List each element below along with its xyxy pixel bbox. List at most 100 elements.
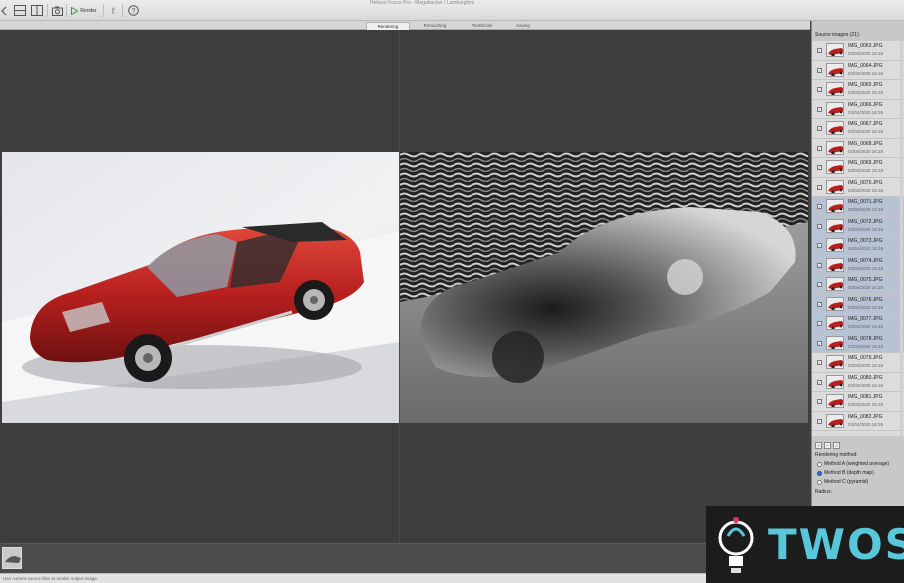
source-filename: IMG_0081.JPG — [848, 394, 883, 400]
check-all-icon[interactable]: ✓ — [833, 442, 840, 449]
list-item[interactable]: ✓ IMG_0076.JPG 02/04/2020 16:18 — [812, 294, 904, 314]
image-canvas[interactable] — [2, 31, 808, 542]
checkbox[interactable]: ✓ — [817, 301, 822, 307]
source-filename: IMG_0076.JPG — [848, 296, 883, 303]
play-icon — [71, 6, 79, 15]
radio-icon — [817, 461, 822, 467]
list-item[interactable]: ✓ IMG_0064.JPG 02/04/2020 16:18 — [812, 61, 904, 80]
source-thumbnail — [826, 316, 844, 330]
source-filename: IMG_0066.JPG — [848, 101, 883, 108]
source-photo[interactable] — [2, 152, 399, 423]
mode-tabs: Rendering Retouching Text/Scale Saving — [0, 21, 810, 30]
checkbox[interactable]: ✓ — [817, 184, 822, 190]
method-a-label: Method A (weighted average) — [824, 461, 890, 467]
toolbar-divider — [47, 4, 48, 17]
checkbox[interactable]: ✓ — [817, 223, 822, 229]
checkbox[interactable]: ✓ — [817, 67, 822, 73]
checkbox[interactable]: ✓ — [817, 243, 822, 248]
source-thumbnail — [826, 335, 844, 350]
source-filename: IMG_0079.JPG — [848, 355, 883, 361]
list-item[interactable]: ✓ IMG_0071.JPG 02/04/2020 16:18 — [812, 197, 904, 217]
list-item[interactable]: ✓ IMG_0072.JPG 02/04/2020 16:18 — [812, 216, 904, 236]
list-item[interactable]: ✓ IMG_0080.JPG 02/04/2020 16:18 — [812, 373, 904, 392]
list-item[interactable]: ✓ IMG_0067.JPG 02/04/2020 16:18 — [812, 119, 904, 139]
source-filename: IMG_0078.JPG — [848, 335, 883, 342]
checkbox[interactable]: ✓ — [817, 282, 822, 287]
render-button[interactable]: Render — [70, 4, 98, 17]
list-item[interactable]: ✓ IMG_0073.JPG 02/04/2020 16:18 — [812, 236, 904, 256]
source-date: 02/04/2020 16:18 — [848, 246, 884, 251]
list-item[interactable]: ✓ IMG_0077.JPG 02/04/2020 16:18 — [812, 314, 904, 334]
layout-horizontal-icon[interactable] — [13, 4, 27, 17]
source-date: 02/04/2020 16:18 — [848, 421, 884, 427]
list-item[interactable]: ✓ IMG_0074.JPG 02/04/2020 16:18 — [812, 255, 904, 275]
tab-saving[interactable]: Saving — [506, 22, 540, 30]
checkbox[interactable]: ✓ — [817, 360, 822, 365]
source-date: 02/04/2020 16:18 — [848, 343, 884, 349]
method-b-radio[interactable]: Method B (depth map) — [817, 470, 874, 476]
checkbox[interactable]: ✓ — [817, 48, 822, 53]
checkbox[interactable]: ✓ — [817, 399, 822, 404]
toolbar-divider — [103, 4, 104, 17]
render-label: Render — [80, 7, 97, 14]
checkbox[interactable]: ✓ — [817, 106, 822, 112]
watermark-text: TWOS — [768, 520, 904, 569]
checkbox[interactable]: ✓ — [817, 204, 822, 209]
source-date: 02/04/2020 16:18 — [848, 70, 884, 76]
source-thumbnail — [826, 199, 844, 213]
source-thumbnail — [826, 394, 844, 408]
source-filename: IMG_0068.JPG — [848, 140, 883, 147]
list-item[interactable]: ✓ IMG_0079.JPG 02/04/2020 16:18 — [812, 353, 904, 373]
list-item[interactable]: ✓ IMG_0065.JPG 02/04/2020 16:18 — [812, 80, 904, 100]
source-filename: IMG_0067.JPG — [848, 121, 883, 127]
facebook-icon[interactable]: f — [108, 4, 118, 17]
source-image-list[interactable]: ✓ IMG_0063.JPG 02/04/2020 16:18 ✓ IMG_0064.J… — [812, 41, 904, 436]
checkbox[interactable]: ✓ — [817, 379, 822, 385]
toolbar-divider — [122, 4, 123, 17]
list-item[interactable]: ✓ IMG_0066.JPG 02/04/2020 16:18 — [812, 100, 904, 119]
layout-vertical-icon[interactable] — [30, 4, 44, 17]
checkbox[interactable]: ✓ — [817, 340, 822, 346]
camera-icon[interactable] — [51, 4, 63, 17]
method-c-radio[interactable]: Method C (pyramid) — [817, 479, 868, 485]
list-item[interactable]: ✓ IMG_0078.JPG 02/04/2020 16:18 — [812, 333, 904, 353]
source-date: 02/04/2020 16:18 — [848, 148, 884, 154]
depth-map-preview[interactable] — [400, 152, 808, 423]
checkbox[interactable]: ✓ — [817, 165, 822, 170]
source-date: 02/04/2020 16:18 — [848, 187, 884, 193]
checkbox[interactable]: ✓ — [817, 145, 822, 151]
list-scrollbar[interactable] — [900, 41, 903, 436]
source-filename: IMG_0073.JPG — [848, 238, 883, 244]
list-item[interactable]: ✓ IMG_0069.JPG 02/04/2020 16:18 — [812, 158, 904, 178]
source-date: 02/04/2020 16:18 — [848, 382, 884, 388]
add-icon[interactable]: + — [815, 442, 822, 449]
list-item[interactable]: ✓ IMG_0068.JPG 02/04/2020 16:18 — [812, 139, 904, 158]
list-item[interactable]: ✓ IMG_0070.JPG 02/04/2020 16:18 — [812, 178, 904, 197]
filmstrip-thumbnail[interactable] — [2, 547, 22, 569]
list-item[interactable]: ✓ IMG_0082.JPG 02/04/2020 16:18 — [812, 412, 904, 431]
list-item[interactable]: ✓ IMG_0063.JPG 02/04/2020 16:18 — [812, 41, 904, 61]
checkbox[interactable]: ✓ — [817, 262, 822, 268]
checkbox[interactable]: ✓ — [817, 87, 822, 92]
source-thumbnail — [826, 355, 844, 369]
source-filename: IMG_0070.JPG — [848, 179, 883, 186]
source-filename: IMG_0080.JPG — [848, 374, 883, 381]
tab-rendering[interactable]: Rendering — [366, 22, 410, 30]
method-a-radio[interactable]: Method A (weighted average) — [817, 461, 889, 467]
radius-label: Radius: — [815, 489, 832, 495]
remove-icon[interactable]: − — [824, 442, 831, 449]
back-icon[interactable] — [0, 4, 8, 17]
list-item[interactable]: ✓ IMG_0075.JPG 02/04/2020 16:18 — [812, 275, 904, 295]
source-thumbnail — [826, 374, 844, 389]
checkbox[interactable]: ✓ — [817, 321, 822, 326]
help-icon[interactable]: ? — [127, 4, 140, 17]
list-item[interactable]: ✓ IMG_0081.JPG 02/04/2020 16:18 — [812, 392, 904, 412]
toolbar: Helicon Focus Pro - Megabucket / Lamborg… — [0, 0, 904, 21]
checkbox[interactable]: ✓ — [817, 126, 822, 131]
tab-text-scale[interactable]: Text/Scale — [460, 22, 504, 30]
source-filename: IMG_0077.JPG — [848, 316, 883, 322]
tab-retouching[interactable]: Retouching — [412, 22, 458, 30]
filmstrip — [0, 543, 810, 573]
checkbox[interactable]: ✓ — [817, 418, 822, 424]
source-thumbnail — [826, 218, 844, 233]
